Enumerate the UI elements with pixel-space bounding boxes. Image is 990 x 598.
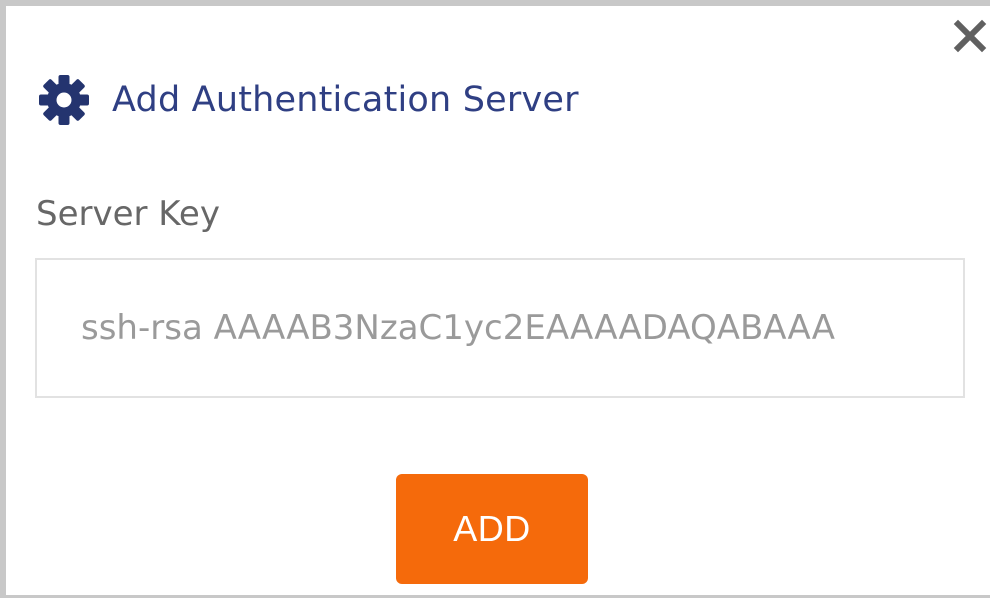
server-key-input[interactable]	[37, 260, 963, 396]
server-key-label: Server Key	[36, 194, 220, 234]
gear-icon	[38, 74, 90, 126]
close-icon	[953, 19, 987, 53]
dialog-header: Add Authentication Server	[38, 72, 579, 128]
server-key-field[interactable]	[35, 258, 965, 398]
close-button[interactable]	[950, 16, 990, 56]
add-button[interactable]: ADD	[396, 474, 588, 584]
add-authentication-server-dialog: Add Authentication Server Server Key ADD	[0, 0, 990, 598]
dialog-title: Add Authentication Server	[112, 80, 579, 120]
